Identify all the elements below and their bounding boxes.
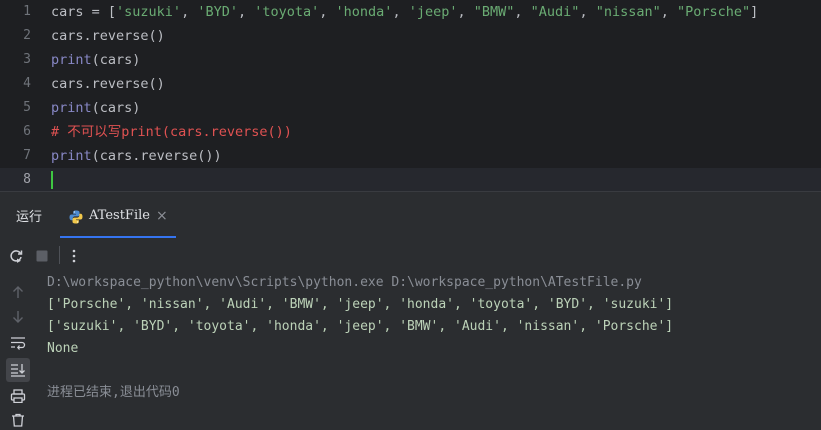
printer-icon	[10, 389, 26, 403]
print-button[interactable]	[8, 386, 28, 406]
code-token: ,	[579, 4, 596, 20]
rerun-icon	[10, 250, 23, 263]
tab-label: ATestFile	[89, 208, 150, 223]
code-text: cars = ['suzuki', 'BYD', 'toyota', 'hond…	[51, 0, 758, 24]
code-token: ,	[392, 4, 409, 20]
line-number: 1	[23, 4, 31, 19]
console-command-line: D:\workspace_python\venv\Scripts\python.…	[47, 275, 642, 290]
code-token: print	[51, 52, 92, 68]
arrow-down-icon	[13, 311, 23, 323]
code-token: 'suzuki'	[116, 4, 182, 20]
code-token: "Audi"	[530, 4, 580, 20]
code-token: ]	[750, 4, 759, 20]
line-number: 2	[23, 28, 31, 43]
code-token: 'jeep'	[408, 4, 458, 20]
trash-icon	[12, 413, 24, 427]
rerun-button[interactable]	[6, 246, 26, 266]
run-toolbar	[0, 238, 821, 272]
code-token: (cars)	[91, 52, 141, 68]
code-token: print	[51, 100, 92, 116]
line-number: 8	[23, 172, 31, 187]
code-line[interactable]: 4 cars.reverse()	[0, 72, 821, 96]
code-text: print(cars)	[51, 96, 140, 120]
code-token: "nissan"	[595, 4, 661, 20]
code-token: ,	[660, 4, 677, 20]
console-output[interactable]: D:\workspace_python\venv\Scripts\python.…	[34, 272, 821, 419]
code-text: cars.reverse()	[51, 72, 165, 96]
code-line[interactable]: 6 # 不可以写print(cars.reverse())	[0, 120, 821, 144]
code-token: ,	[457, 4, 474, 20]
line-number: 3	[23, 52, 31, 67]
scroll-to-end-button[interactable]	[6, 358, 30, 382]
code-token: 'honda'	[335, 4, 393, 20]
code-line[interactable]: 1 cars = ['suzuki', 'BYD', 'toyota', 'hon…	[0, 0, 821, 24]
code-line[interactable]: 3 print(cars)	[0, 48, 821, 72]
line-number: 4	[23, 76, 31, 91]
console-output-line: ['Porsche', 'nissan', 'Audi', 'BMW', 'je…	[47, 297, 674, 312]
code-token: 'toyota'	[254, 4, 320, 20]
code-token: ,	[514, 4, 531, 20]
soft-wrap-icon	[11, 337, 26, 350]
code-token: (cars)	[91, 100, 141, 116]
code-text: # 不可以写print(cars.reverse())	[51, 120, 292, 144]
code-line[interactable]: 5 print(cars)	[0, 96, 821, 120]
code-token: (cars.reverse())	[91, 148, 222, 164]
console-side-toolbar	[0, 272, 34, 427]
toolbar-separator	[59, 246, 60, 264]
line-number: 6	[23, 124, 31, 139]
more-options-button[interactable]	[64, 246, 84, 266]
code-text: print(cars.reverse())	[51, 144, 222, 168]
code-token: ,	[319, 4, 336, 20]
console-output-line: None	[47, 341, 79, 356]
arrow-up-icon	[13, 286, 23, 298]
code-token: cars.reverse()	[51, 28, 165, 44]
python-icon	[68, 209, 84, 225]
code-token: "BMW"	[473, 4, 515, 20]
code-text: print(cars)	[51, 48, 140, 72]
process-exit-message: 进程已结束,退出代码0	[47, 385, 180, 400]
soft-wrap-button[interactable]	[8, 333, 28, 353]
code-token: ,	[181, 4, 198, 20]
scroll-to-end-icon	[11, 364, 25, 377]
tab-atestfile[interactable]: ATestFile ×	[60, 198, 176, 238]
code-token: cars = [	[51, 4, 117, 20]
code-line[interactable]: 8	[0, 168, 821, 192]
stop-button[interactable]	[32, 246, 52, 266]
more-vertical-icon	[72, 249, 76, 263]
text-caret	[51, 171, 53, 189]
run-window-title: 运行	[16, 210, 43, 225]
scroll-down-button[interactable]	[8, 307, 28, 327]
code-token: ,	[237, 4, 255, 20]
code-editor[interactable]: 1 cars = ['suzuki', 'BYD', 'toyota', 'hon…	[0, 0, 821, 192]
code-token: "Porsche"	[677, 4, 751, 20]
console-output-line: ['suzuki', 'BYD', 'toyota', 'honda', 'je…	[47, 319, 674, 334]
line-number: 7	[23, 148, 31, 163]
code-token: print	[51, 148, 92, 164]
close-icon[interactable]: ×	[156, 208, 168, 224]
code-token: cars.reverse()	[51, 76, 165, 92]
code-line[interactable]: 2 cars.reverse()	[0, 24, 821, 48]
scroll-up-button[interactable]	[8, 282, 28, 302]
line-number: 5	[23, 100, 31, 115]
code-text: cars.reverse()	[51, 24, 165, 48]
stop-icon	[36, 250, 48, 262]
code-line[interactable]: 7 print(cars.reverse())	[0, 144, 821, 168]
run-tool-window-header: 运行 ATestFile ×	[0, 191, 821, 238]
code-token: 'BYD'	[197, 4, 238, 20]
delete-button[interactable]	[8, 410, 28, 430]
code-token: # 不可以写print(cars.reverse())	[51, 124, 292, 140]
